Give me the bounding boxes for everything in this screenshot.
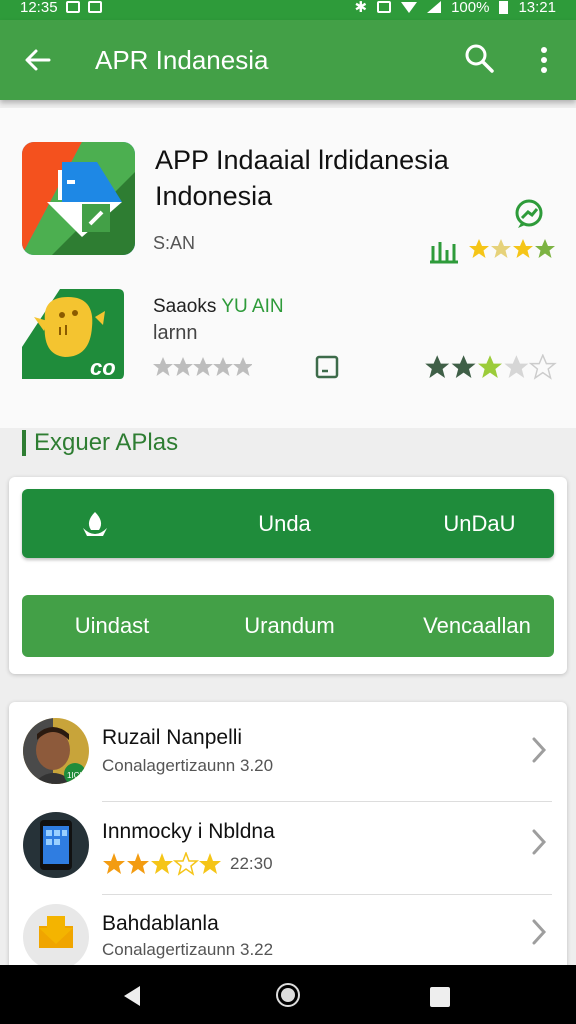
featured-app-1-subtitle: S:AN <box>153 233 196 253</box>
list-item[interactable]: 1ICH Ruzail Nanpelli Conalagertizaunn 3.… <box>9 718 567 800</box>
wifi-icon <box>401 1 418 13</box>
status-bar: 12:35 ✱ 100% 13:21 <box>0 0 576 20</box>
list-item-subtitle: Conalagertizaunn 3.20 <box>102 756 274 775</box>
svg-text:co: co <box>90 355 116 380</box>
chat-icon[interactable] <box>513 198 545 230</box>
divider <box>102 894 552 895</box>
nav-home-icon[interactable] <box>276 983 300 1007</box>
list-item[interactable]: Innmocky i Nbldna 22:30 <box>9 812 567 894</box>
undau-button[interactable]: UnDaU <box>412 489 547 558</box>
battery-percent: 100% <box>451 0 490 16</box>
notification-icon <box>65 1 80 13</box>
vibrate-icon <box>377 1 392 13</box>
unda-button[interactable]: Unda <box>202 489 367 558</box>
featured-app-1-title[interactable]: APP Indaaial lrdidanesia Indonesia <box>155 142 555 214</box>
vencaallan-button[interactable]: Vencaallan <box>397 595 557 657</box>
tablet-icon <box>315 355 339 379</box>
battery-icon <box>499 0 509 14</box>
uindast-button[interactable]: Uindast <box>37 595 187 657</box>
action-row-2: Uindast Urandum Vencaallan <box>22 595 554 657</box>
chevron-right-icon[interactable] <box>529 828 549 856</box>
download-icon <box>82 511 107 536</box>
download-app-icon <box>23 904 89 970</box>
list-item[interactable]: Bahdablanla Conalagertizaunn 3.22 <box>9 904 567 970</box>
featured-app-2-title[interactable]: Saaoks YU AIN <box>153 296 284 318</box>
bluetooth-icon: ✱ <box>354 0 368 16</box>
download-button[interactable] <box>22 489 167 558</box>
list-item-subtitle: Conalagertizaunn 3.22 <box>102 940 274 959</box>
nav-back-icon[interactable] <box>122 985 142 1007</box>
page-title: APR Indanesia <box>95 45 269 75</box>
urandum-button[interactable]: Urandum <box>207 595 372 657</box>
chart-bars-icon <box>430 242 458 264</box>
divider <box>102 801 552 802</box>
back-arrow-icon[interactable] <box>22 44 54 76</box>
phone-app-icon <box>23 812 89 878</box>
chevron-right-icon[interactable] <box>529 736 549 764</box>
list-item-title: Bahdablanla <box>102 912 219 935</box>
status-clock: 13:21 <box>518 0 556 16</box>
avatar: 1ICH <box>23 718 89 784</box>
title-highlight: YU AIN <box>221 296 284 317</box>
section-title: Exguer APlas <box>22 428 178 458</box>
nav-recents-icon[interactable] <box>430 987 450 1007</box>
app-icon-featured-2[interactable]: co <box>20 287 126 382</box>
star-icon <box>469 239 555 258</box>
action-row-1: Unda UnDaU <box>22 489 554 558</box>
chevron-right-icon[interactable] <box>529 918 549 946</box>
search-icon[interactable] <box>463 42 495 76</box>
status-time: 12:35 <box>20 0 58 16</box>
rating-stars-featured-1 <box>468 238 558 260</box>
rating-stars-featured-2-gray <box>152 356 252 378</box>
message-icon <box>87 1 102 13</box>
more-options-icon[interactable] <box>532 44 556 76</box>
title-prefix: Saaoks <box>153 296 222 317</box>
list-item-title: Ruzail Nanpelli <box>102 726 243 749</box>
signal-icon <box>427 1 442 13</box>
avatar-badge: 1ICH <box>67 771 85 780</box>
rating-stars-featured-2 <box>424 354 558 380</box>
list-item-rating <box>102 852 224 876</box>
list-item-title: Innmocky i Nbldna <box>102 820 275 843</box>
featured-app-2-subtitle: larnn <box>153 322 198 344</box>
app-bar: APR Indanesia <box>0 20 576 100</box>
list-item-time: 22:30 <box>230 854 273 873</box>
app-icon-featured-1[interactable] <box>22 142 135 255</box>
